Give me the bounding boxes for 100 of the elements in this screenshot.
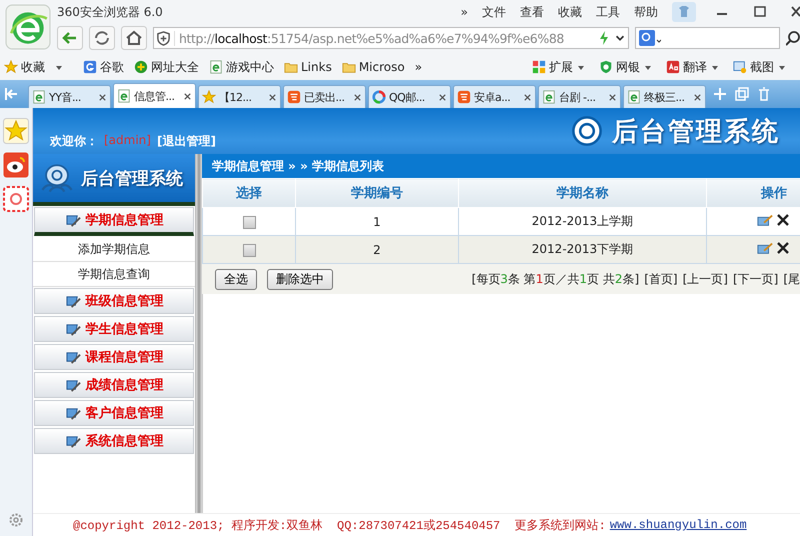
address-field[interactable]: http://localhost:51754/asp.net%e5%ad%a6%e7%94%9f%e6%88: [153, 27, 629, 49]
search-icon[interactable]: [786, 30, 800, 46]
menu-item[interactable]: 帮助: [634, 4, 658, 20]
menu-item[interactable]: 工具: [596, 4, 620, 20]
weibo-icon[interactable]: [3, 152, 29, 178]
delete-icon[interactable]: [775, 241, 791, 255]
bookmark-item[interactable]: 游戏中心: [209, 58, 274, 76]
pager-link[interactable]: [首页]: [644, 270, 678, 288]
toolbar-item[interactable]: 翻译: [666, 58, 707, 76]
close-icon[interactable]: [268, 92, 277, 102]
browser-tab[interactable]: YY音...: [28, 85, 111, 108]
menu-group[interactable]: 学期信息管理: [34, 207, 194, 236]
menu-item[interactable]: »: [460, 5, 468, 19]
star-icon[interactable]: [3, 118, 29, 144]
submenu-item[interactable]: 添加学期信息: [33, 237, 195, 262]
bookmark-item[interactable]: 收藏: [4, 58, 45, 76]
back-icon[interactable]: [57, 26, 83, 50]
caret-icon[interactable]: [55, 63, 63, 71]
browser-tab[interactable]: 【12...: [198, 85, 281, 108]
caret-icon[interactable]: [644, 63, 652, 71]
bookmark-item[interactable]: 网址大全: [134, 58, 199, 76]
system-title: 后台管理系统: [612, 116, 780, 148]
website-link[interactable]: www.shuangyulin.com: [610, 518, 747, 532]
settings-icon[interactable]: [8, 512, 24, 528]
shop-icon: [287, 90, 301, 104]
more-bookmarks[interactable]: »: [414, 60, 422, 74]
ie-icon: [117, 89, 131, 103]
browser-logo: [5, 4, 51, 50]
pen-icon: [64, 294, 82, 308]
bookmark-item[interactable]: Microso: [342, 60, 405, 74]
caret-icon[interactable]: [711, 63, 719, 71]
checkbox[interactable]: [242, 216, 256, 229]
delete-icon[interactable]: [775, 213, 791, 227]
action-button[interactable]: 删除选中: [267, 268, 333, 290]
pager-link[interactable]: [上一页]: [682, 270, 728, 288]
ie-icon: [542, 90, 556, 104]
browser-tab[interactable]: 已卖出...: [283, 85, 366, 108]
pager-link[interactable]: [尾: [783, 270, 800, 288]
menu-group[interactable]: 班级信息管理: [34, 288, 194, 314]
checkbox[interactable]: [242, 244, 256, 257]
windows-icon[interactable]: [734, 86, 750, 102]
menu-group[interactable]: 学生信息管理: [34, 316, 194, 342]
browser-tab[interactable]: QQ邮...: [368, 85, 451, 108]
pen-icon: [64, 350, 82, 364]
dictionary-icon: [666, 60, 680, 74]
home-icon[interactable]: [121, 26, 147, 50]
mail-icon[interactable]: [3, 186, 29, 212]
browser-tab[interactable]: 台剧 -...: [538, 85, 621, 108]
column-header: 选择: [202, 178, 296, 208]
close-icon[interactable]: [523, 92, 532, 102]
toolbar-item[interactable]: 截图: [733, 58, 774, 76]
caret-icon[interactable]: [778, 63, 786, 71]
toolbar-item[interactable]: 扩展: [532, 58, 573, 76]
toolbar-item[interactable]: 网银: [599, 58, 640, 76]
menu-group[interactable]: 课程信息管理: [34, 344, 194, 370]
grid-icon: [532, 60, 546, 74]
close-icon[interactable]: [98, 92, 107, 102]
ie-icon: [32, 90, 46, 104]
browser-tab[interactable]: 终极三...: [623, 85, 706, 108]
menu-item[interactable]: 查看: [520, 4, 544, 20]
bookmark-item[interactable]: Links: [284, 60, 332, 74]
window-title: 360安全浏览器 6.0: [57, 4, 163, 20]
menu-group[interactable]: 系统信息管理: [34, 428, 194, 454]
shield-icon: [599, 60, 613, 74]
action-button[interactable]: 全选: [215, 268, 257, 290]
menu-item[interactable]: 收藏: [558, 4, 582, 20]
welcome-label: 欢迎你：: [50, 133, 98, 150]
close-icon[interactable]: [438, 92, 447, 102]
sidebar-toggle-icon[interactable]: [4, 86, 20, 102]
close-icon[interactable]: [608, 92, 617, 102]
edit-icon[interactable]: [757, 241, 773, 255]
caret-icon[interactable]: [577, 63, 585, 71]
browser-tab[interactable]: 信息管...: [113, 83, 196, 108]
menu-logo-text: 后台管理系统: [81, 168, 183, 190]
new-tab-icon[interactable]: [712, 86, 728, 102]
pager-link[interactable]: [下一页]: [732, 270, 778, 288]
google-icon: [83, 60, 97, 74]
pen-icon: [64, 212, 82, 228]
pen-icon: [64, 322, 82, 336]
menu-group[interactable]: 成绩信息管理: [34, 372, 194, 398]
pen-icon: [64, 434, 82, 448]
search-field[interactable]: [635, 27, 780, 49]
bookmark-item[interactable]: 谷歌: [83, 58, 124, 76]
close-icon[interactable]: [693, 92, 702, 102]
close-icon[interactable]: [353, 92, 362, 102]
refresh-icon[interactable]: [89, 26, 115, 50]
search-engine-icon[interactable]: [639, 30, 661, 46]
menu-item[interactable]: 文件: [482, 4, 506, 20]
edit-icon[interactable]: [757, 213, 773, 227]
menu-group[interactable]: 客户信息管理: [34, 400, 194, 426]
footer-text: @copyright 2012-2013; 程序开发:双鱼林 QQ:287307421或254540457 更多系统到网站:: [73, 518, 606, 534]
table-cell: 1: [373, 214, 381, 228]
breadcrumb: 学期信息管理 » » 学期信息列表: [202, 154, 800, 178]
browser-tab[interactable]: 安卓a...: [453, 85, 536, 108]
ie-icon: [627, 90, 641, 104]
table-cell: 2012-2013下学期: [532, 242, 634, 256]
submenu-item[interactable]: 学期信息查询: [33, 262, 195, 287]
trash-icon[interactable]: [756, 86, 772, 102]
folder-icon: [284, 60, 298, 74]
close-icon[interactable]: [183, 92, 192, 100]
